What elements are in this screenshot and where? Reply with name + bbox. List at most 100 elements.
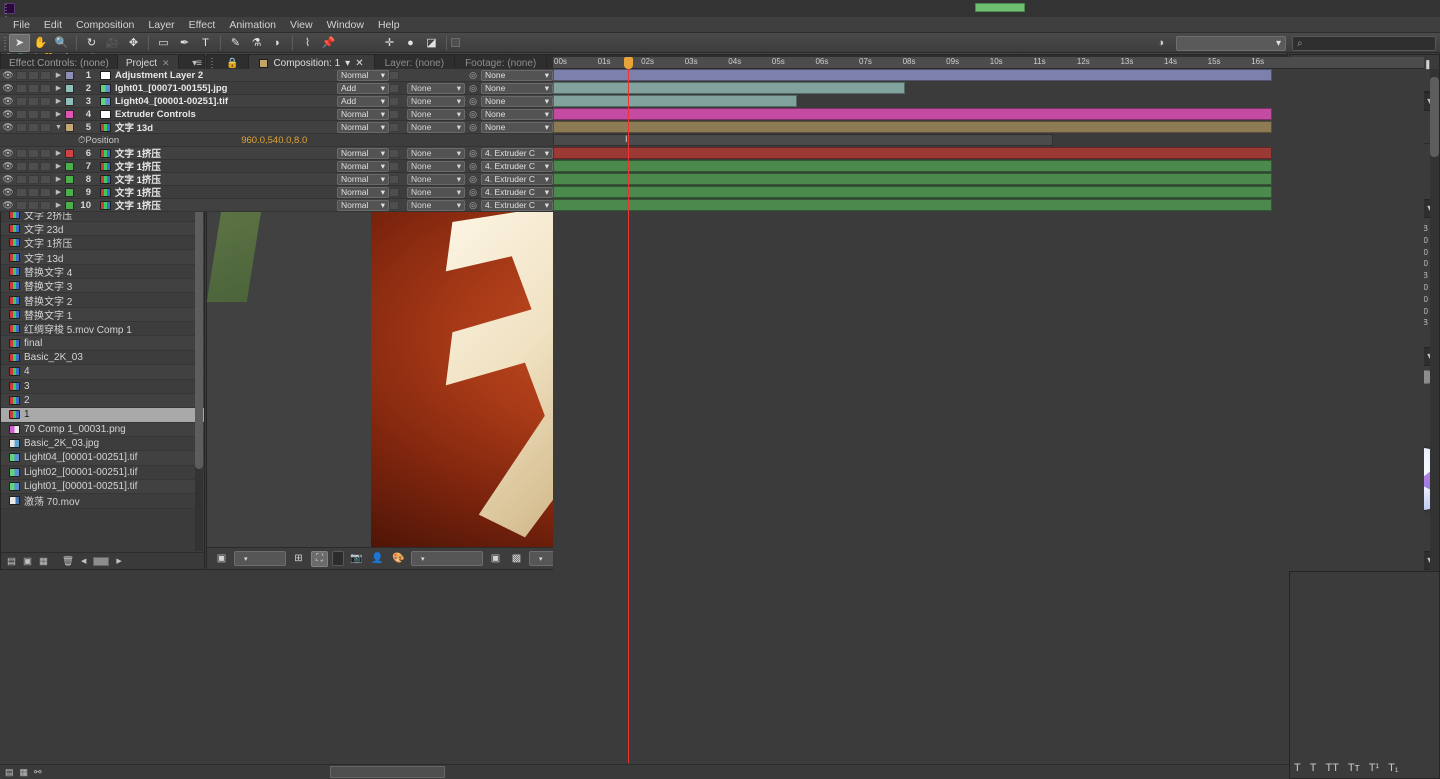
menu-animation[interactable]: Animation xyxy=(222,17,283,33)
disclosure-triangle-icon[interactable]: ▶ xyxy=(52,201,65,209)
layer-label-color[interactable] xyxy=(65,200,74,210)
layer-solo-toggle[interactable] xyxy=(28,122,39,132)
camera-tool[interactable]: 🎥 xyxy=(102,34,123,52)
layer-source-name[interactable]: 文字 13d xyxy=(96,120,337,134)
local-axis-mode-icon[interactable]: ✛ xyxy=(379,34,400,52)
layer-solo-toggle[interactable] xyxy=(28,70,39,80)
table-row[interactable]: 👁 ▶ 1 Adjustment Layer 2 Normal ▾ ◎ None ▾ xyxy=(0,69,553,82)
snapping-checkbox[interactable] xyxy=(451,38,460,47)
layer-mode-select[interactable]: Normal ▾ xyxy=(337,199,389,211)
layer-lock-toggle[interactable] xyxy=(40,122,51,132)
layer-duration-bar[interactable] xyxy=(553,186,1272,198)
layer-lock-toggle[interactable] xyxy=(40,187,51,197)
layer-trkmat-select[interactable]: None ▾ xyxy=(407,173,465,185)
workspace-layout-icon[interactable]: ◑ xyxy=(1157,37,1164,49)
layer-label-color[interactable] xyxy=(65,148,74,158)
search-help-field[interactable]: ⌕ xyxy=(1292,35,1436,51)
all-caps-icon[interactable]: TT xyxy=(1325,762,1338,774)
layer-duration-bar[interactable] xyxy=(553,121,1272,133)
layer-visibility-icon[interactable]: 👁 xyxy=(0,187,16,198)
layer-parent-select[interactable]: None ▾ xyxy=(481,108,553,120)
hand-tool[interactable]: ✋ xyxy=(30,34,51,52)
stopwatch-icon[interactable]: ⏱ xyxy=(78,135,85,146)
close-icon[interactable]: ✕ xyxy=(162,58,170,69)
layer-label-color[interactable] xyxy=(65,70,74,80)
disclosure-triangle-icon[interactable]: ▼ xyxy=(52,124,65,131)
layer-mode-select[interactable]: Normal ▾ xyxy=(337,186,389,198)
property-value[interactable]: 960.0,540.0,8.0 xyxy=(241,135,307,146)
close-button[interactable] xyxy=(1409,0,1440,17)
parent-pickwhip-icon[interactable]: ◎ xyxy=(465,83,481,94)
parent-pickwhip-icon[interactable]: ◎ xyxy=(465,200,481,211)
maximize-button[interactable] xyxy=(1378,0,1409,17)
layer-label-color[interactable] xyxy=(65,187,74,197)
view-axis-mode-icon[interactable]: ◪ xyxy=(421,34,442,52)
layer-audio-toggle[interactable] xyxy=(16,96,27,106)
table-row[interactable]: 👁 ▶ 3 Light04_[00001-00251].tif Add ▾ None ▾ ◎ No… xyxy=(0,95,553,108)
layer-duration-bar[interactable] xyxy=(553,95,798,107)
layer-visibility-icon[interactable]: 👁 xyxy=(0,96,16,107)
layer-trkmat-select[interactable]: None ▾ xyxy=(407,95,465,107)
layer-preserve-transparency[interactable] xyxy=(389,96,399,106)
puppet-pin-tool[interactable]: 📌 xyxy=(318,34,339,52)
subscript-icon[interactable]: T₁ xyxy=(1388,762,1398,774)
menu-file[interactable]: File xyxy=(6,17,37,33)
parent-pickwhip-icon[interactable]: ◎ xyxy=(465,187,481,198)
superscript-icon[interactable]: T¹ xyxy=(1369,762,1379,774)
menu-edit[interactable]: Edit xyxy=(37,17,69,33)
layer-preserve-transparency[interactable] xyxy=(389,174,399,184)
layer-parent-select[interactable]: 4. Extruder C ▾ xyxy=(481,160,553,172)
motion-blur-footer-icon[interactable]: ⚯ xyxy=(34,767,42,778)
layer-parent-select[interactable]: None ▾ xyxy=(481,82,553,94)
layer-audio-toggle[interactable] xyxy=(16,109,27,119)
layer-solo-toggle[interactable] xyxy=(28,161,39,171)
disclosure-triangle-icon[interactable]: ▶ xyxy=(52,84,65,92)
pen-tool[interactable]: ✒ xyxy=(174,34,195,52)
layer-audio-toggle[interactable] xyxy=(16,70,27,80)
layer-lock-toggle[interactable] xyxy=(40,148,51,158)
chevron-down-icon[interactable]: ▾ xyxy=(345,58,350,69)
layer-lock-toggle[interactable] xyxy=(40,161,51,171)
layer-parent-select[interactable]: None ▾ xyxy=(481,121,553,133)
layer-mode-select[interactable]: Normal ▾ xyxy=(337,160,389,172)
layer-source-name[interactable]: Light04_[00001-00251].tif xyxy=(96,96,337,107)
comp-flowchart-footer-icon[interactable]: ▦ xyxy=(20,767,29,778)
layer-label-color[interactable] xyxy=(65,109,74,119)
layer-audio-toggle[interactable] xyxy=(16,187,27,197)
disclosure-triangle-icon[interactable]: ▶ xyxy=(52,188,65,196)
eraser-tool[interactable]: ◗ xyxy=(267,34,288,52)
disclosure-triangle-icon[interactable]: ▶ xyxy=(52,97,65,105)
layer-source-name[interactable]: 文字 1挤压 xyxy=(96,159,337,173)
layer-trkmat-select[interactable]: None ▾ xyxy=(407,186,465,198)
italic-text-icon[interactable]: T xyxy=(1310,762,1317,774)
menu-window[interactable]: Window xyxy=(320,17,371,33)
timeline-tab-grip-icon[interactable] xyxy=(3,3,10,17)
parent-pickwhip-icon[interactable]: ◎ xyxy=(465,122,481,133)
layer-lock-toggle[interactable] xyxy=(40,70,51,80)
layer-lock-toggle[interactable] xyxy=(40,174,51,184)
roto-brush-tool[interactable]: ⌇ xyxy=(297,34,318,52)
parent-pickwhip-icon[interactable]: ◎ xyxy=(465,174,481,185)
layer-trkmat-select[interactable]: None ▾ xyxy=(407,108,465,120)
layer-preserve-transparency[interactable] xyxy=(389,122,399,132)
disclosure-triangle-icon[interactable]: ▶ xyxy=(52,149,65,157)
layer-parent-select[interactable]: 4. Extruder C ▾ xyxy=(481,199,553,211)
layer-audio-toggle[interactable] xyxy=(16,122,27,132)
layer-preserve-transparency[interactable] xyxy=(389,70,399,80)
close-icon[interactable]: ✕ xyxy=(355,58,363,69)
layer-trkmat-select[interactable]: None ▾ xyxy=(407,160,465,172)
layer-visibility-icon[interactable]: 👁 xyxy=(0,109,16,120)
layer-solo-toggle[interactable] xyxy=(28,109,39,119)
parent-pickwhip-icon[interactable]: ◎ xyxy=(465,96,481,107)
selection-tool[interactable]: ➤ xyxy=(9,33,30,52)
layer-audio-toggle[interactable] xyxy=(16,148,27,158)
layer-trkmat-select[interactable]: None ▾ xyxy=(407,199,465,211)
toolbar-grip-icon[interactable] xyxy=(2,35,9,50)
text-tool-icon[interactable]: T xyxy=(1294,762,1301,774)
menu-layer[interactable]: Layer xyxy=(141,17,181,33)
layer-duration-bar[interactable] xyxy=(553,199,1272,211)
toggle-switches-modes-button[interactable] xyxy=(330,766,445,778)
layer-preserve-transparency[interactable] xyxy=(389,200,399,210)
parent-pickwhip-icon[interactable]: ◎ xyxy=(465,109,481,120)
pan-behind-tool[interactable]: ✥ xyxy=(123,34,144,52)
